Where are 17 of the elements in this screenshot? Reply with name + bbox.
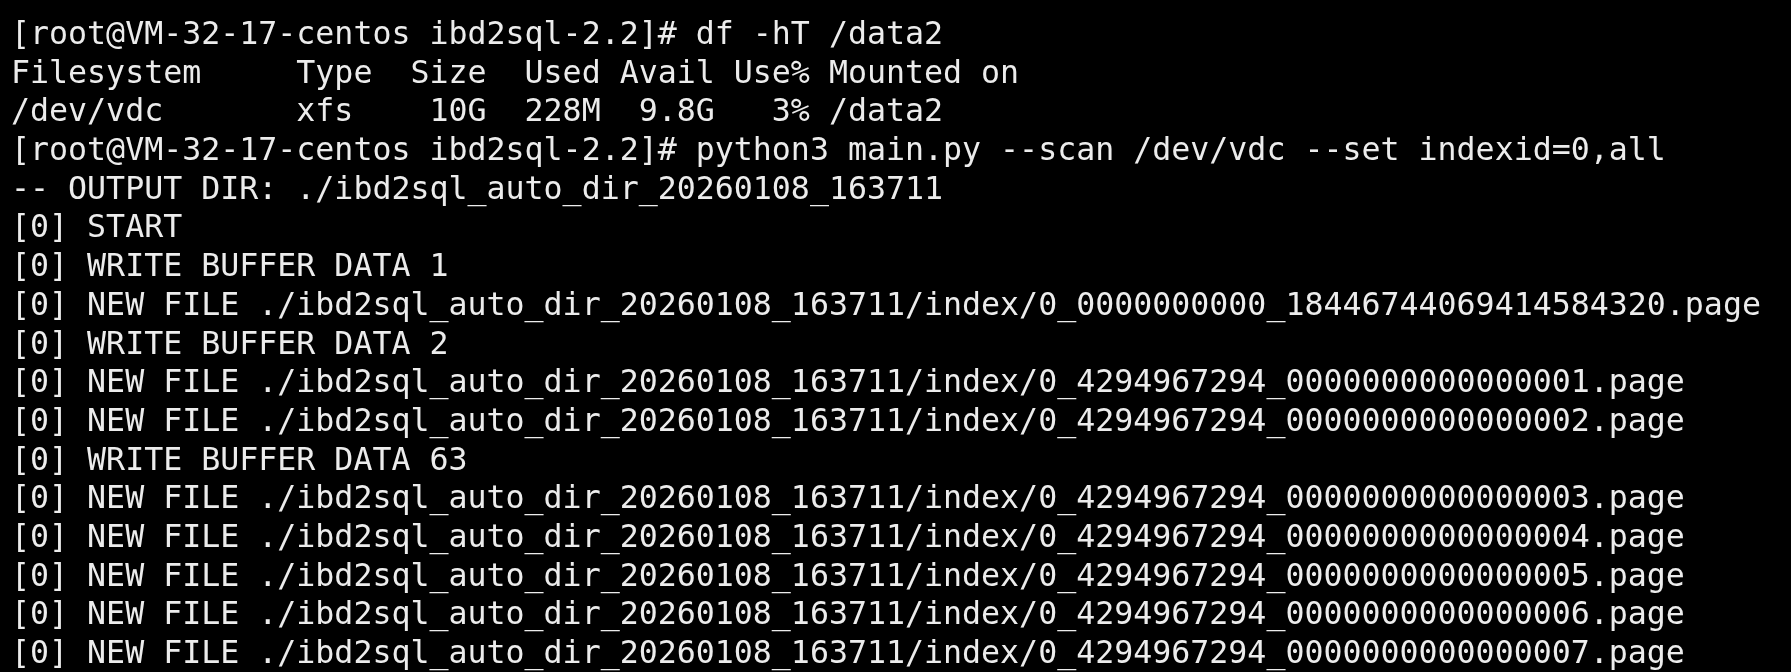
terminal-line: [root@VM-32-17-centos ibd2sql-2.2]# df -hT /data2 (11, 14, 944, 53)
terminal-line: [0] WRITE BUFFER DATA 1 (11, 246, 449, 285)
terminal-line: Filesystem Type Size Used Avail Use% Mounted on (11, 52, 1020, 92)
terminal-line: [root@VM-32-17-centos ibd2sql-2.2]# python3 main.py --scan /dev/vdc --set indexid=0,all (11, 130, 1666, 169)
terminal-line: [0] NEW FILE ./ibd2sql_auto_dir_20260108_163711/index/0_4294967294_0000000000000005.page (11, 555, 1685, 595)
terminal-line: -- OUTPUT DIR: ./ibd2sql_auto_dir_20260108_163711 (11, 168, 944, 208)
terminal-line: [0] NEW FILE ./ibd2sql_auto_dir_20260108_163711/index/0_4294967294_0000000000000004.page (11, 516, 1685, 556)
terminal-line: [0] NEW FILE ./ibd2sql_auto_dir_20260108_163711/index/0_0000000000_18446744069414584320.page (11, 284, 1761, 324)
terminal-line: [0] NEW FILE ./ibd2sql_auto_dir_20260108_163711/index/0_4294967294_0000000000000003.page (11, 478, 1685, 517)
terminal-line: [0] NEW FILE ./ibd2sql_auto_dir_20260108_163711/index/0_4294967294_0000000000000002.page (11, 400, 1685, 440)
terminal-line: [0] WRITE BUFFER DATA 2 (11, 323, 449, 363)
terminal-line: [0] WRITE BUFFER DATA 63 (11, 439, 468, 479)
terminal-line: [0] START (11, 207, 183, 247)
terminal-line: [0] NEW FILE ./ibd2sql_auto_dir_20260108_163711/index/0_4294967294_0000000000000001.page (11, 362, 1685, 401)
terminal-line: [0] NEW FILE ./ibd2sql_auto_dir_20260108_163711/index/0_4294967294_0000000000000007.page (11, 633, 1685, 672)
terminal-line: [0] NEW FILE ./ibd2sql_auto_dir_20260108_163711/index/0_4294967294_0000000000000006.page (11, 594, 1685, 633)
terminal-line: /dev/vdc xfs 10G 228M 9.8G 3% /data2 (11, 91, 944, 131)
